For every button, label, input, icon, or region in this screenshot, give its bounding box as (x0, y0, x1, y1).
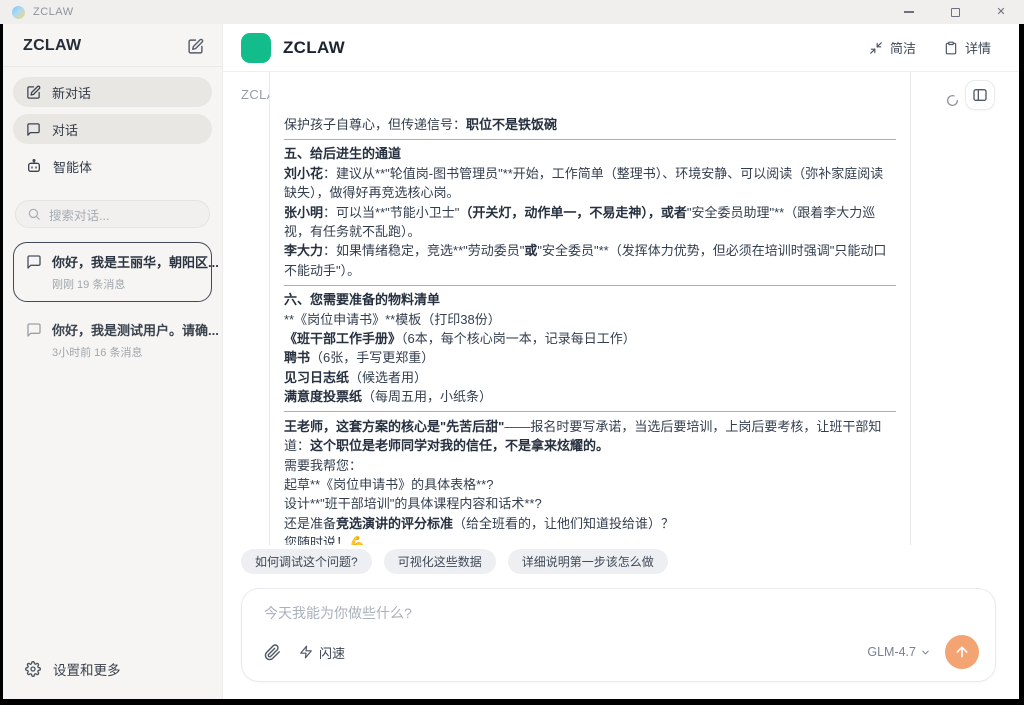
suggestion-chips: 如何调试这个问题? 可视化这些数据 详细说明第一步该怎么做 (241, 549, 668, 574)
header-actions: 简洁 详情 (869, 38, 991, 57)
message-paragraph: 见习日志纸（候选者用） (284, 368, 896, 387)
assistant-message-content: 保护孩子自尊心，但传递信号：职位不是铁饭碗五、给后进生的通道刘小花：建议从**"… (284, 115, 896, 545)
details-view-button[interactable]: 详情 (944, 38, 991, 57)
composer[interactable]: 今天我能为你做些什么? 闪速 GLM-4.7 (241, 588, 996, 682)
conversation-meta: 3小时前 16 条消息 (52, 344, 199, 360)
app-frame: ZCLAW 新对话 对话 (3, 24, 1019, 699)
message-paragraph: 张小明：可以当**"节能小卫士"（开关灯，动作单一，不易走神），或者"安全委员助… (284, 203, 896, 242)
app-logo-icon (12, 6, 25, 19)
message-paragraph: 需要我帮您： (284, 456, 896, 475)
chat-bubble-icon (26, 322, 42, 338)
details-view-label: 详情 (965, 38, 991, 57)
conversation-title: 你好，我是测试用户。请确... (52, 323, 219, 338)
compact-view-label: 简洁 (890, 38, 916, 57)
sidebar-nav: 新对话 对话 智能体 (3, 67, 222, 190)
fast-mode-button[interactable]: 闪速 (299, 643, 345, 662)
sidebar-app-title: ZCLAW (23, 37, 81, 55)
model-selector[interactable]: GLM-4.7 (867, 645, 931, 659)
message-divider (284, 411, 896, 412)
main-panel: ZCLAW 简洁 详情 (223, 24, 1019, 699)
loading-spinner-icon (946, 94, 959, 107)
message-paragraph: 起草**《岗位申请书》的具体表格**? (284, 475, 896, 494)
composer-toolbar: 闪速 GLM-4.7 (264, 635, 979, 669)
sidebar-item-label: 对话 (52, 120, 78, 139)
message-paragraph: 设计**"班干部培训"的具体课程内容和话术**? (284, 494, 896, 513)
app-window: ZCLAW ✕ ZCLAW 新对话 (0, 0, 1024, 705)
send-button[interactable] (945, 635, 979, 669)
window-titlebar: ZCLAW ✕ (0, 0, 1024, 24)
maximize-icon (951, 8, 960, 17)
suggestion-chip[interactable]: 详细说明第一步该怎么做 (508, 549, 668, 574)
chevron-down-icon (920, 647, 931, 658)
suggestion-chip[interactable]: 如何调试这个问题? (241, 549, 372, 574)
message-paragraph: 您随时说！💪 (284, 533, 896, 545)
message-paragraph: 《班干部工作手册》（6本，每个核心岗一本，记录每日工作） (284, 329, 896, 348)
search-placeholder: 搜索对话... (49, 205, 109, 224)
message-paragraph: 五、给后进生的通道 (284, 144, 896, 163)
chat-bubble-icon (26, 254, 42, 270)
conversation-body: 你好，我是测试用户。请确... 3小时前 16 条消息 (52, 320, 199, 360)
compose-icon (26, 85, 41, 100)
minimize-icon (904, 11, 914, 13)
gear-icon (25, 661, 41, 677)
conversation-title: 你好，我是王丽华，朝阳区... (52, 255, 219, 270)
conversation-body: 你好，我是王丽华，朝阳区... 刚刚 19 条消息 (52, 252, 199, 292)
compact-view-button[interactable]: 简洁 (869, 38, 916, 57)
sidebar: ZCLAW 新对话 对话 (3, 24, 223, 699)
settings-label: 设置和更多 (53, 659, 121, 679)
message-paragraph: 还是准备竞选演讲的评分标准（给全班看的，让他们知道投给谁）？ (284, 514, 896, 533)
minimize-button[interactable] (886, 0, 932, 24)
chat-header: ZCLAW 简洁 详情 (223, 24, 1019, 72)
message-paragraph: 满意度投票纸（每周五用，小纸条） (284, 387, 896, 406)
search-input[interactable]: 搜索对话... (15, 200, 210, 228)
message-input-placeholder: 今天我能为你做些什么? (264, 603, 979, 623)
chat-tools (946, 80, 995, 110)
settings-and-more-button[interactable]: 设置和更多 (3, 659, 222, 699)
titlebar-app-name: ZCLAW (33, 6, 74, 18)
conversation-item-selected[interactable]: 你好，我是王丽华，朝阳区... 刚刚 19 条消息 (13, 242, 212, 302)
chat-title: ZCLAW (283, 38, 345, 58)
robot-icon (26, 158, 42, 174)
lightning-bolt-icon (299, 645, 313, 659)
panel-icon (972, 87, 988, 103)
new-chat-compose-icon[interactable] (187, 38, 204, 55)
close-button[interactable]: ✕ (978, 0, 1024, 24)
assistant-message-bubble: 保护孩子自尊心，但传递信号：职位不是铁饭碗五、给后进生的通道刘小花：建议从**"… (269, 72, 911, 545)
attach-file-button[interactable] (264, 644, 281, 661)
sidebar-header: ZCLAW (3, 24, 222, 67)
message-paragraph: **《岗位申请书》**模板（打印38份） (284, 310, 896, 329)
suggestion-chip[interactable]: 可视化这些数据 (384, 549, 496, 574)
chat-bubble-icon (26, 122, 41, 137)
side-panel-toggle-button[interactable] (965, 80, 995, 110)
message-paragraph: 刘小花：建议从**"轮值岗-图书管理员"**开始，工作简单（整理书）、环境安静、… (284, 164, 896, 203)
paperclip-icon (264, 644, 281, 661)
arrow-up-icon (954, 644, 970, 660)
sidebar-item-label: 新对话 (52, 83, 91, 102)
sidebar-item-chats[interactable]: 对话 (13, 114, 212, 144)
maximize-button[interactable] (932, 0, 978, 24)
sidebar-item-new-chat[interactable]: 新对话 (13, 77, 212, 107)
conversation-meta: 刚刚 19 条消息 (52, 276, 199, 292)
message-paragraph: 李大力：如果情绪稳定，竞选**"劳动委员"或"安全委员"**（发挥体力优势，但必… (284, 241, 896, 280)
fast-mode-label: 闪速 (319, 643, 345, 662)
message-paragraph: 聘书（6张，手写更郑重） (284, 348, 896, 367)
model-name: GLM-4.7 (867, 645, 916, 659)
conversation-item[interactable]: 你好，我是测试用户。请确... 3小时前 16 条消息 (13, 310, 212, 370)
conversation-list: 你好，我是王丽华，朝阳区... 刚刚 19 条消息 你好，我是测试用户。请确..… (3, 242, 222, 378)
search-icon (27, 207, 41, 221)
sidebar-item-label: 智能体 (53, 157, 92, 176)
collapse-arrows-icon (869, 41, 883, 55)
message-paragraph: 王老师，这套方案的核心是"先苦后甜"——报名时要写承诺，当选后要培训，上岗后要考… (284, 417, 896, 456)
message-paragraph: 保护孩子自尊心，但传递信号：职位不是铁饭碗 (284, 115, 896, 134)
message-divider (284, 139, 896, 140)
message-divider (284, 285, 896, 286)
window-controls: ✕ (886, 0, 1024, 24)
clipboard-icon (944, 41, 958, 55)
assistant-avatar (241, 33, 271, 63)
message-paragraph: 六、您需要准备的物料清单 (284, 290, 896, 309)
chat-scroll-area[interactable]: ZCLAW 保护孩子自尊心，但传递信号：职位不是铁饭碗五、给后进生的通道刘小花：… (223, 72, 1019, 545)
sidebar-item-agents[interactable]: 智能体 (13, 151, 212, 181)
